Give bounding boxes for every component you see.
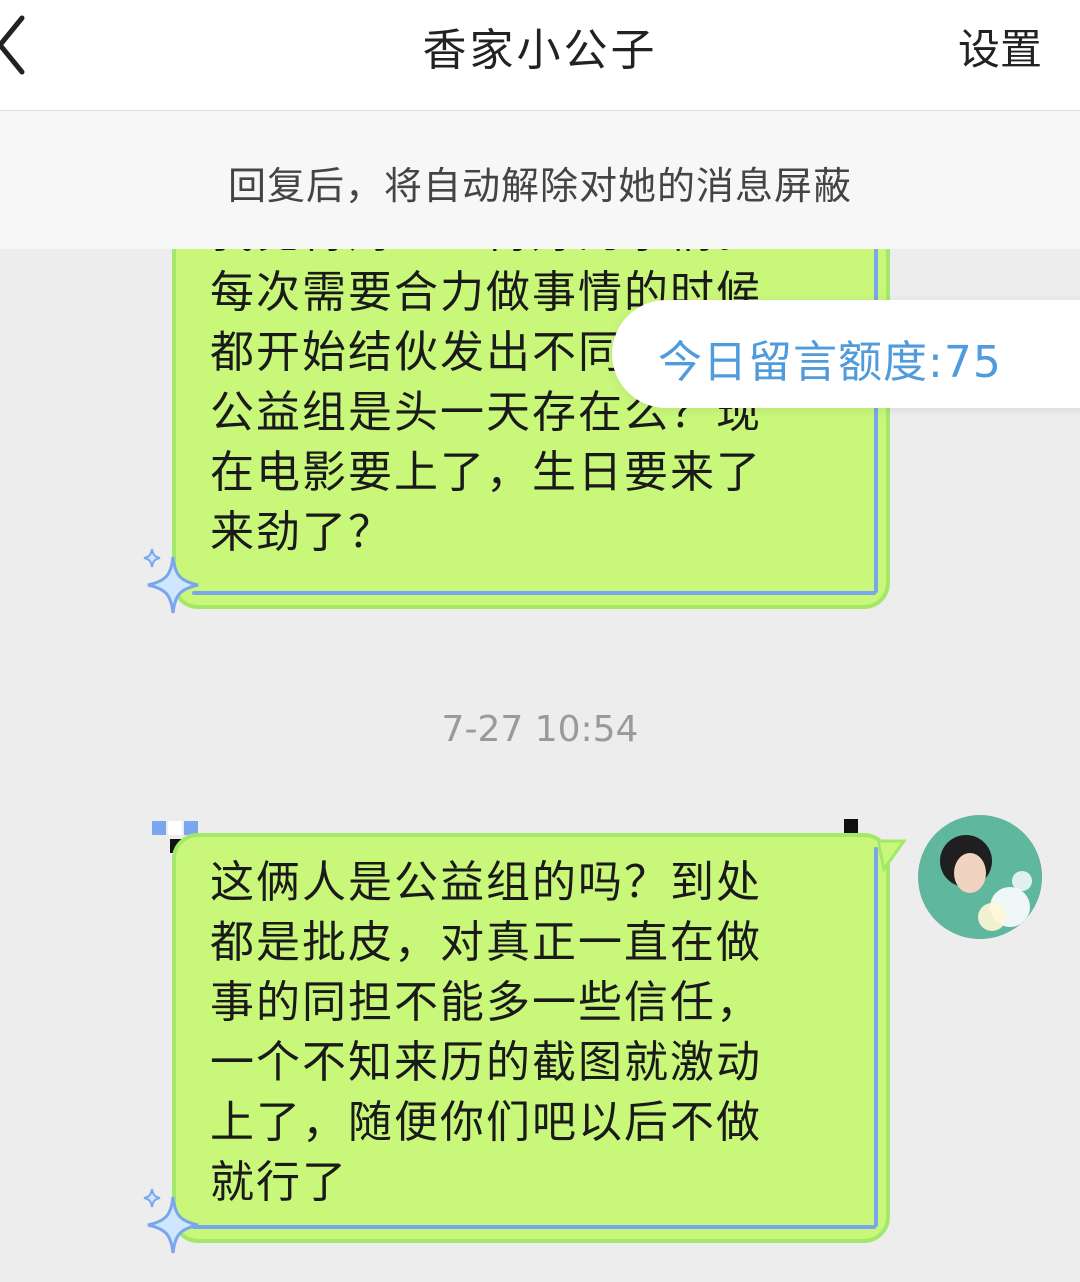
message-line: 事的同担不能多一些信任， (210, 977, 762, 1028)
message-line: 来劲了？ (210, 507, 394, 558)
bubble-decor-line (192, 591, 876, 595)
message-line: 一个不知来历的截图就激动 (210, 1037, 762, 1088)
quota-text: 今日留言额度:75 (658, 337, 1002, 388)
avatar-image (918, 815, 1042, 939)
message-timestamp: 7-27 10:54 (441, 709, 639, 750)
message-line: 在电影要上了，生日要来了 (210, 447, 762, 498)
message-text: 这俩人是公益组的吗？到处 都是批皮，对真正一直在做 事的同担不能多一些信任， 一… (210, 853, 762, 1213)
chat-area[interactable]: 我觉得对王一博好的事情。 每次需要合力做事情的时候 都开始结伙发出不同声音 公益… (0, 249, 1080, 1282)
notice-bar: 回复后，将自动解除对她的消息屏蔽 (0, 111, 1080, 249)
message-line: 都是批皮，对真正一直在做 (210, 917, 762, 968)
message-line: 上了，随便你们吧以后不做 (210, 1097, 762, 1148)
message-line: 就行了 (210, 1157, 348, 1208)
avatar[interactable] (918, 815, 1042, 939)
message-bubble[interactable]: 这俩人是公益组的吗？到处 都是批皮，对真正一直在做 事的同担不能多一些信任， 一… (172, 833, 890, 1243)
message-line: 我觉得对王一博好的事情。 (210, 249, 762, 263)
bubble-decor-line (874, 847, 878, 1227)
sparkle-icon (143, 548, 199, 614)
settings-button[interactable]: 设置 (958, 16, 1042, 77)
quota-badge: 今日留言额度:75 (612, 300, 1080, 408)
header-bar: 香家小公子 设置 (0, 0, 1080, 111)
sparkle-icon (143, 1188, 199, 1254)
bubble-decor-line (192, 1225, 876, 1229)
page-title: 香家小公子 (422, 25, 658, 76)
message-line: 这俩人是公益组的吗？到处 (210, 857, 762, 908)
notice-text: 回复后，将自动解除对她的消息屏蔽 (227, 164, 852, 208)
bubble-tail-icon (878, 839, 906, 873)
